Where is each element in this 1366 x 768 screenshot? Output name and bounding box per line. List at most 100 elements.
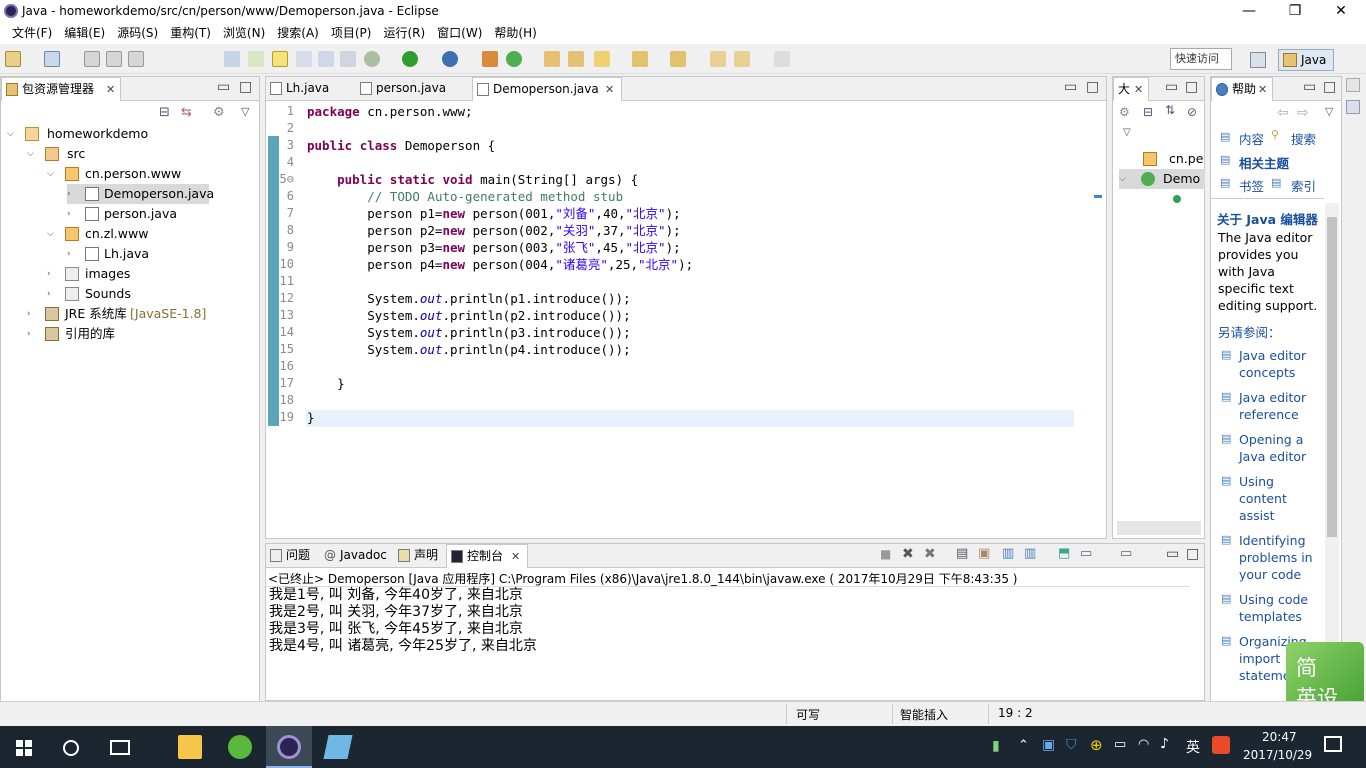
expand-arrow-icon[interactable]: › [67, 204, 71, 224]
last-edit-icon[interactable] [710, 51, 726, 67]
wifi-icon[interactable]: ◠ [1138, 737, 1149, 752]
minimize-button[interactable]: — [1226, 0, 1272, 24]
tree-item-selected[interactable]: › Demoperson.java [67, 184, 214, 204]
outline-item-selected[interactable]: ⌵ Demo [1119, 169, 1205, 189]
code-line[interactable]: System.out.println(p2.introduce()); [307, 307, 630, 324]
external-tools-icon[interactable] [442, 51, 458, 67]
horizontal-scrollbar[interactable] [306, 521, 1086, 535]
scroll-lock-icon[interactable]: ▣ [978, 546, 990, 561]
tree-item[interactable]: ⌵ src [27, 144, 257, 164]
collapse-arrow-icon[interactable]: ⌵ [1119, 169, 1126, 189]
forward-icon[interactable]: ⇨ [1297, 105, 1309, 121]
code-line[interactable]: person p2=new person(002,"关羽",37,"北京"); [307, 222, 680, 239]
run-icon[interactable] [402, 51, 418, 67]
display-console-icon[interactable]: ▭ [1080, 546, 1092, 561]
close-tab-icon[interactable]: ✕ [511, 545, 520, 568]
code-line[interactable]: public static void main(String[] args) { [307, 171, 638, 188]
task-list-icon[interactable] [1346, 100, 1360, 114]
menu-source[interactable]: 源码(S) [111, 24, 164, 44]
help-link[interactable]: Java editor reference [1239, 389, 1319, 423]
maximize-view-icon[interactable]: □ [1086, 79, 1099, 95]
vertical-scrollbar[interactable] [1190, 590, 1202, 680]
tab-person-java[interactable]: person.java [356, 77, 470, 101]
word-wrap-icon[interactable] [296, 51, 312, 67]
tree-item[interactable]: › Sounds [47, 284, 257, 304]
new-window-icon[interactable] [44, 51, 60, 67]
notepad-icon[interactable] [323, 735, 353, 759]
collapse-all-icon[interactable]: ⊟ [159, 105, 170, 120]
expand-arrow-icon[interactable]: › [47, 284, 51, 304]
word-wrap-icon[interactable]: ▥ [1002, 546, 1014, 561]
close-button[interactable]: ✕ [1318, 0, 1364, 24]
whitespace-icon[interactable] [340, 51, 356, 67]
open-perspective-icon[interactable] [1250, 52, 1266, 68]
breadcrumb-icon[interactable] [248, 51, 264, 67]
tab-demoperson-java[interactable]: Demoperson.java ✕ [472, 77, 622, 101]
prev-annotation-icon[interactable] [670, 51, 686, 67]
collapse-arrow-icon[interactable]: ⌵ [47, 164, 54, 184]
code-line[interactable]: person p4=new person(004,"诸葛亮",25,"北京"); [307, 256, 693, 273]
pin-console-icon[interactable]: ⬒ [1058, 546, 1070, 561]
battery-icon[interactable]: ▭ [1114, 737, 1126, 752]
show-on-output-icon[interactable]: ▥ [1024, 546, 1036, 561]
maximize-view-icon[interactable]: □ [1186, 546, 1199, 562]
back-icon[interactable]: ⇦ [1277, 105, 1289, 121]
help-nav-contents[interactable]: 内容 [1239, 129, 1264, 148]
collapse-arrow-icon[interactable]: ⌵ [27, 144, 34, 164]
debug-icon[interactable] [364, 51, 380, 67]
task-view-icon[interactable] [110, 740, 130, 755]
menu-navigate[interactable]: 浏览(N) [217, 24, 271, 44]
collapse-arrow-icon[interactable]: ⌵ [47, 224, 54, 244]
back-icon[interactable] [734, 51, 750, 67]
ime-language[interactable]: 英 [1186, 737, 1200, 757]
tab-problems[interactable]: 问题 [266, 544, 318, 568]
search-tool-icon[interactable] [594, 51, 610, 67]
restore-button[interactable]: ❐ [1272, 0, 1318, 24]
code-line[interactable]: // TODO Auto-generated method stub [307, 188, 623, 205]
help-link[interactable]: Using code templates [1239, 591, 1319, 625]
close-tab-icon[interactable]: ✕ [605, 78, 614, 101]
open-task-icon[interactable] [568, 51, 584, 67]
restore-view-icon[interactable] [1346, 78, 1360, 92]
collapse-all-icon[interactable]: ⊟ [1143, 105, 1153, 119]
menu-refactor[interactable]: 重构(T) [164, 24, 217, 44]
maximize-view-icon[interactable]: □ [1323, 79, 1336, 95]
notifications-icon[interactable] [1324, 736, 1342, 752]
file-explorer-icon[interactable] [178, 735, 202, 759]
next-annotation-icon[interactable] [632, 51, 648, 67]
security-shield-icon[interactable]: ⛉ [1066, 737, 1077, 753]
help-nav-related[interactable]: 相关主题 [1239, 153, 1289, 172]
maximize-view-icon[interactable]: □ [239, 79, 252, 95]
tab-package-explorer[interactable]: 包资源管理器 ✕ [1, 77, 121, 101]
help-link[interactable]: Identifying problems in your code [1239, 532, 1319, 583]
eclipse-taskbar-button[interactable] [266, 726, 312, 768]
show-hidden-icons[interactable]: ⌃ [1018, 738, 1029, 753]
java-perspective-button[interactable]: Java [1278, 49, 1334, 71]
close-tab-icon[interactable]: ✕ [1134, 78, 1143, 101]
clock-time[interactable]: 20:47 [1262, 730, 1297, 744]
tree-item[interactable]: ⌵ cn.person.www [47, 164, 257, 184]
view-dropdown-icon[interactable]: ▽ [1325, 105, 1333, 118]
close-tab-icon[interactable]: ✕ [1258, 78, 1267, 101]
code-line[interactable]: System.out.println(p3.introduce()); [307, 324, 630, 341]
method-icon[interactable] [1173, 195, 1181, 203]
new-icon[interactable] [5, 51, 21, 67]
code-line[interactable]: } [307, 375, 345, 392]
hide-fields-icon[interactable]: ⚙ [1119, 105, 1130, 119]
remove-all-icon[interactable]: ✖ [924, 546, 936, 562]
windows-start-icon[interactable] [16, 740, 32, 756]
tree-item[interactable]: › 引用的库 [27, 324, 257, 344]
view-dropdown-icon[interactable]: ▽ [1123, 127, 1131, 138]
maximize-view-icon[interactable]: □ [1185, 79, 1198, 95]
sort-icon[interactable]: ⇅ [1165, 103, 1175, 117]
minimize-view-icon[interactable]: ▭ [1064, 79, 1077, 95]
tab-javadoc[interactable]: @ Javadoc [320, 544, 392, 568]
tree-item[interactable]: › images [47, 264, 257, 284]
help-link[interactable]: Java editor concepts [1239, 347, 1319, 381]
tab-outline[interactable]: 大 ✕ [1113, 77, 1149, 101]
code-line[interactable]: System.out.println(p4.introduce()); [307, 341, 630, 358]
menu-window[interactable]: 窗口(W) [431, 24, 488, 44]
tab-console[interactable]: 控制台 ✕ [446, 544, 528, 568]
browser-icon[interactable] [228, 735, 252, 759]
help-nav-index[interactable]: 索引 [1291, 176, 1316, 195]
